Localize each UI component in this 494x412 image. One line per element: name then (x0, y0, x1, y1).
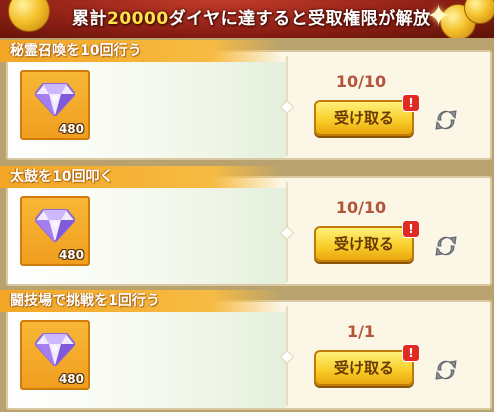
alert-badge-icon: ! (402, 220, 420, 238)
reward-count: 480 (58, 372, 84, 386)
alert-badge-icon: ! (402, 94, 420, 112)
gold-coin-icon (8, 0, 50, 32)
mission-progress: 10/10 (335, 198, 387, 217)
mission-title-bar: 闘技場で挑戦を1回行う (0, 290, 282, 312)
mission-title-bar: 太鼓を10回叩く (0, 166, 282, 188)
banner-amount: 20000 (107, 9, 169, 29)
claim-button[interactable]: 受け取る ! (314, 220, 420, 262)
claim-button-label: 受け取る (333, 109, 394, 127)
reward-count: 480 (58, 122, 84, 136)
diamond-gem-icon: ✵ (35, 333, 75, 366)
claim-button-label: 受け取る (333, 359, 394, 377)
mission-progress: 10/10 (335, 72, 387, 91)
mission-list[interactable]: 秘霊召喚を10回行う ✵ 480 10/10 受け取る ! 太鼓を10回叩く ✵… (0, 38, 494, 412)
mission-title-bar: 秘霊召喚を10回行う (0, 40, 282, 62)
diamond-gem-icon: ✵ (35, 209, 75, 242)
claim-button[interactable]: 受け取る ! (314, 94, 420, 136)
banner-suffix: ダイヤに達すると受取権限が解放 (168, 9, 431, 29)
mission-title: 秘霊召喚を10回行う (10, 43, 142, 59)
refresh-icon[interactable] (432, 356, 460, 384)
svg-text:✵: ✵ (51, 94, 59, 105)
svg-text:✵: ✵ (51, 344, 59, 355)
alert-badge-icon: ! (402, 344, 420, 362)
mission-title: 闘技場で挑戦を1回行う (10, 293, 160, 309)
reward-count: 480 (58, 248, 84, 262)
reward-item[interactable]: ✵ 480 (20, 320, 90, 390)
claim-button-label: 受け取る (333, 235, 394, 253)
diamond-gem-icon: ✵ (35, 83, 75, 116)
reward-item[interactable]: ✵ 480 (20, 70, 90, 140)
banner-prefix: 累計 (72, 9, 107, 29)
reward-item[interactable]: ✵ 480 (20, 196, 90, 266)
top-banner: 累計20000ダイヤに達すると受取権限が解放 ✦ (0, 0, 494, 38)
mission-card: 闘技場で挑戦を1回行う ✵ 480 1/1 受け取る ! (0, 290, 492, 412)
mission-progress: 1/1 (346, 322, 376, 341)
claim-button[interactable]: 受け取る ! (314, 344, 420, 386)
mission-card: 秘霊召喚を10回行う ✵ 480 10/10 受け取る ! (0, 40, 492, 162)
mission-title: 太鼓を10回叩く (10, 169, 114, 185)
banner-text: 累計20000ダイヤに達すると受取権限が解放 (72, 6, 431, 32)
sparkle-icon: ✦ (426, 0, 452, 34)
refresh-icon[interactable] (432, 232, 460, 260)
mission-card: 太鼓を10回叩く ✵ 480 10/10 受け取る ! (0, 166, 492, 288)
svg-text:✵: ✵ (51, 220, 59, 231)
refresh-icon[interactable] (432, 106, 460, 134)
